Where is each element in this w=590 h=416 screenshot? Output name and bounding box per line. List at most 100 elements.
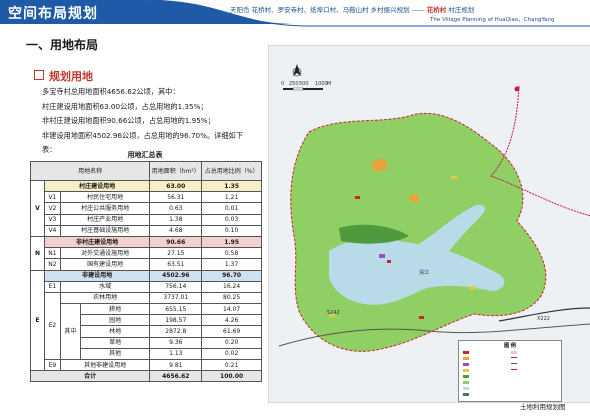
row-code: V4 bbox=[43, 224, 61, 237]
section-title: 一、用地布局 bbox=[26, 38, 99, 52]
legend-swatch bbox=[463, 381, 469, 384]
row-name: 村庄产业用地 bbox=[59, 213, 151, 226]
table-row: E2 农林用地 3737.01 80.25 bbox=[31, 291, 262, 361]
row-ratio: 16.24 bbox=[201, 280, 262, 293]
summary-paragraph: 多宝寺村总用地面积4656.62公顷，其中： 村庄建设用地面积63.00公顷，占… bbox=[42, 85, 264, 158]
row-code: N1 bbox=[43, 247, 61, 260]
row-ratio: 1.37 bbox=[201, 258, 262, 271]
row-name: 对外交通设施用地 bbox=[59, 247, 151, 260]
header-subtitle-cn: 天阳岙 花桥村、罗安寺村、纸埠口村、马鞍山村 乡村振兴规划 —— bbox=[230, 6, 425, 14]
page-title: 空间布局规划 bbox=[8, 6, 98, 22]
row-code: V3 bbox=[43, 213, 61, 226]
total-name: 合计 bbox=[29, 370, 151, 383]
row-ratio: 80.25 bbox=[201, 291, 262, 305]
legend-swatch bbox=[463, 363, 469, 366]
row-area: 655.15 bbox=[149, 303, 203, 316]
legend-swatch bbox=[463, 375, 469, 378]
row-area: 27.15 bbox=[149, 247, 203, 260]
row-name: 国有建设用地 bbox=[59, 258, 151, 271]
road-label: S242 bbox=[327, 310, 340, 316]
row-name: 村庄基础设施用地 bbox=[59, 224, 151, 237]
header: 空间布局规划 天阳岙 花桥村、罗安寺村、纸埠口村、马鞍山村 乡村振兴规划 —— … bbox=[0, 0, 590, 36]
table-row: N 非村庄建设用地 90.66 1.95 bbox=[30, 235, 262, 271]
row-name: 其他 bbox=[79, 347, 151, 361]
row-ratio: 0.03 bbox=[201, 213, 262, 226]
table-caption: 用地汇总表 bbox=[127, 151, 163, 159]
row-name: 水域 bbox=[59, 280, 151, 293]
sub-title: 规划用地 bbox=[34, 68, 93, 84]
group-code: E bbox=[30, 269, 45, 372]
row-area: 198.57 bbox=[149, 314, 203, 327]
row-code: V1 bbox=[43, 191, 61, 204]
header-ratio: 占总用地比例（%） bbox=[201, 161, 262, 181]
row-name: 林地 bbox=[79, 325, 151, 338]
header-subtitle-en: The Village Planning of HuaQiao，ChangYan… bbox=[430, 17, 555, 23]
paragraph-line: 多宝寺村总用地面积4656.62公顷，其中： bbox=[42, 87, 180, 96]
legend-swatch bbox=[511, 357, 517, 358]
legend-swatch bbox=[511, 369, 517, 370]
scale-unit: M bbox=[327, 81, 332, 87]
table-row: N2 国有建设用地 63.51 1.37 bbox=[31, 258, 262, 271]
table-row: V 村庄建设用地 63.00 1.35 bbox=[30, 179, 262, 237]
land-use-table: 用地名称 用地面积（hm²） 占总用地比例（%） V 村庄建设用地 63.00 … bbox=[29, 161, 262, 383]
header-brand-suffix: 村庄规划 bbox=[448, 6, 475, 14]
row-area: 63.51 bbox=[149, 258, 203, 271]
row-code: N2 bbox=[43, 258, 61, 271]
table-total-row: 合计 4656.62 100.00 bbox=[29, 370, 262, 383]
row-ratio: 1.35 bbox=[201, 179, 262, 193]
square-bullet-icon bbox=[34, 70, 44, 80]
row-name: 农林用地 bbox=[59, 291, 151, 305]
table-row: E9 其他非建设用地 9.81 0.21 bbox=[31, 358, 262, 372]
legend-swatch bbox=[463, 351, 469, 354]
row-name: 非建设用地 bbox=[43, 269, 151, 282]
table-row: N1 对外交通设施用地 27.15 0.58 bbox=[31, 247, 262, 260]
table-header-row: 用地名称 用地面积（hm²） 占总用地比例（%） bbox=[29, 161, 262, 181]
legend-title: 图 例 bbox=[504, 343, 516, 349]
paragraph-line: 非建设用地面积4502.96公顷，占总用地的96.70%。详细如下 bbox=[42, 130, 243, 140]
header-area: 用地面积（hm²） bbox=[149, 161, 203, 181]
scale-label: 500 bbox=[299, 81, 309, 87]
row-ratio: 0.21 bbox=[201, 358, 262, 372]
row-area: 63.00 bbox=[149, 179, 203, 193]
row-area: 9.81 bbox=[149, 358, 203, 372]
row-name: 耕地 bbox=[79, 303, 151, 316]
table-row: V1 村民住宅用地 56.31 1.21 bbox=[31, 191, 262, 204]
row-name: 其他非建设用地 bbox=[59, 358, 151, 372]
row-sub-label: 其中 bbox=[59, 303, 81, 360]
row-area: 4.68 bbox=[149, 224, 203, 237]
row-area: 9.36 bbox=[149, 336, 203, 349]
scale-label: 1000 bbox=[315, 81, 328, 87]
row-area: 0.63 bbox=[149, 202, 203, 215]
legend-swatch bbox=[511, 363, 517, 364]
header-brand: 花桥村 bbox=[426, 6, 447, 14]
paragraph-line: 非村庄建设用地面积90.66公顷，占总用地的1.95%； bbox=[42, 116, 215, 126]
row-area: 56.31 bbox=[149, 191, 203, 204]
table-row: V4 村庄基础设施用地 4.68 0.10 bbox=[31, 224, 262, 237]
total-ratio: 100.00 bbox=[201, 370, 262, 383]
river-label: 清江 bbox=[419, 270, 430, 276]
total-area: 4656.62 bbox=[149, 370, 203, 383]
legend-swatch bbox=[511, 351, 517, 354]
row-code: E9 bbox=[43, 358, 61, 372]
row-name: 园地 bbox=[79, 314, 151, 327]
header-name: 用地名称 bbox=[29, 161, 151, 181]
table-row: E 非建设用地 4502.96 96.70 bbox=[30, 269, 262, 372]
table-row: V2 村庄公共服务用地 0.63 0.01 bbox=[31, 202, 262, 215]
row-code: E1 bbox=[43, 280, 61, 293]
row-area: 1.13 bbox=[149, 347, 203, 361]
header-subtitle: 天阳岙 花桥村、罗安寺村、纸埠口村、马鞍山村 乡村振兴规划 —— 花桥村 村庄规… bbox=[230, 4, 474, 14]
map-caption: 土地利用规划图 bbox=[520, 403, 566, 411]
row-code: V2 bbox=[43, 202, 61, 215]
row-ratio: 61.69 bbox=[201, 325, 262, 338]
row-ratio: 0.01 bbox=[201, 202, 262, 215]
row-name: 草地 bbox=[79, 336, 151, 349]
row-area: 4502.96 bbox=[149, 269, 203, 282]
row-name: 非村庄建设用地 bbox=[43, 235, 151, 249]
legend-swatch bbox=[463, 387, 469, 390]
table-row: V3 村庄产业用地 1.38 0.03 bbox=[31, 213, 262, 226]
table-row: E1 水域 756.14 16.24 bbox=[31, 280, 262, 293]
map-legend: 图 例 bbox=[458, 340, 562, 402]
row-name: 村民住宅用地 bbox=[59, 191, 151, 204]
scale-label: 250 bbox=[289, 81, 299, 87]
group-code: N bbox=[30, 235, 45, 271]
